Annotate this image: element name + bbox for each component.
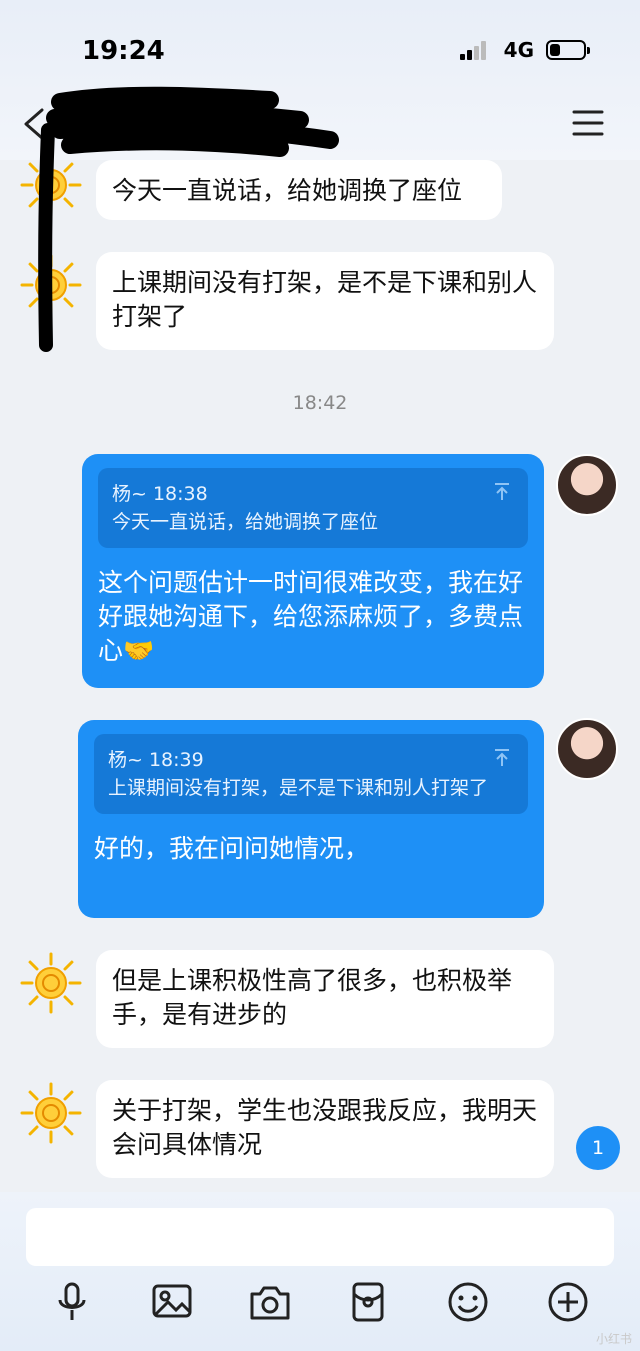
hamburger-menu-icon[interactable] [572, 108, 604, 138]
message-bubble[interactable]: 上课期间没有打架，是不是下课和别人打架了 [96, 252, 554, 350]
quote-text: 今天一直说话，给她调换了座位 [112, 511, 379, 533]
watermark: 小红书 [595, 1332, 632, 1346]
my-message-bubble[interactable]: 杨~ 18:39 上课期间没有打架，是不是下课和别人打架了 好的，我在问问她情况… [78, 720, 544, 918]
message-bubble[interactable]: 今天一直说话，给她调换了座位 [96, 160, 502, 220]
message-text: 今天一直说话，给她调换了座位 [112, 176, 463, 205]
quoted-message[interactable]: 杨~ 18:39 上课期间没有打架，是不是下课和别人打架了 [94, 734, 528, 814]
chevron-left-icon[interactable] [16, 104, 56, 144]
chat-area[interactable]: 今天一直说话，给她调换了座位 上课期间没有打架，是不是下课和别人打架了 18:4… [0, 154, 640, 1192]
microphone-icon[interactable] [50, 1280, 94, 1324]
red-packet-icon[interactable] [346, 1280, 390, 1324]
sun-avatar[interactable] [20, 1082, 82, 1144]
camera-icon[interactable] [248, 1280, 292, 1324]
message-text: 这个问题估计一时间很难改变，我在好好跟她沟通下，给您添麻烦了，多费点心🤝 [98, 568, 524, 665]
message-text: 但是上课积极性高了很多，也积极举手，是有进步的 [112, 966, 513, 1029]
message-text: 好的，我在问问她情况， [94, 834, 370, 863]
unread-badge[interactable]: 1 [576, 1126, 620, 1170]
message-text: 关于打架，学生也没跟我反应，我明天会问具体情况 [112, 1096, 538, 1159]
message-input[interactable] [26, 1208, 614, 1266]
quote-text: 上课期间没有打架，是不是下课和别人打架了 [108, 777, 489, 799]
status-time: 19:24 [82, 36, 165, 66]
quoted-message[interactable]: 杨~ 18:38 今天一直说话，给她调换了座位 [98, 468, 528, 548]
bottom-panel: 小红书 [0, 1192, 640, 1351]
top-bar: 19:24 4G [0, 0, 640, 160]
message-text: 上课期间没有打架，是不是下课和别人打架了 [112, 268, 538, 331]
signal-icon [459, 40, 492, 60]
plus-icon[interactable] [546, 1280, 590, 1324]
network-label: 4G [503, 38, 534, 62]
message-bubble[interactable]: 关于打架，学生也没跟我反应，我明天会问具体情况 [96, 1080, 554, 1178]
message-bubble[interactable]: 但是上课积极性高了很多，也积极举手，是有进步的 [96, 950, 554, 1048]
timestamp: 18:42 [292, 392, 348, 414]
jump-to-quote-icon[interactable] [492, 482, 512, 502]
sun-avatar[interactable] [20, 952, 82, 1014]
user-avatar[interactable] [556, 454, 618, 516]
jump-to-quote-icon[interactable] [492, 748, 512, 768]
sun-avatar[interactable] [20, 254, 82, 316]
input-toolbar [0, 1280, 640, 1324]
status-icons: 4G [459, 38, 590, 62]
emoji-icon[interactable] [446, 1280, 490, 1324]
image-icon[interactable] [150, 1280, 194, 1324]
battery-icon [546, 40, 590, 60]
my-message-bubble[interactable]: 杨~ 18:38 今天一直说话，给她调换了座位 这个问题估计一时间很难改变，我在… [82, 454, 544, 688]
sun-avatar[interactable] [20, 154, 82, 216]
quote-header: 杨~ 18:39 [108, 749, 204, 771]
user-avatar[interactable] [556, 718, 618, 780]
quote-header: 杨~ 18:38 [112, 483, 208, 505]
